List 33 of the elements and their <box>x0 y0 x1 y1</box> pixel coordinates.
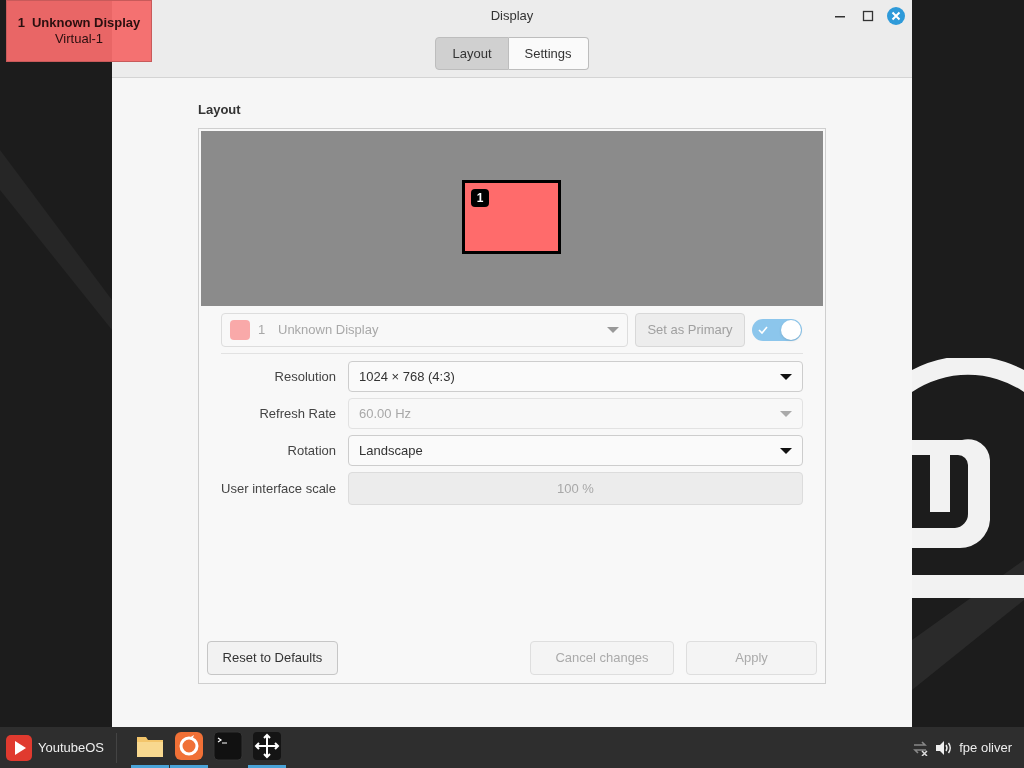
monitor-number: 1 <box>471 189 489 207</box>
setting-dropdown[interactable]: 1024 × 768 (4:3) <box>348 361 803 392</box>
tab[interactable]: Layout <box>435 37 509 70</box>
display-number: 1 <box>258 321 267 340</box>
connector-name: Virtual-1 <box>54 31 104 47</box>
enable-switch[interactable] <box>752 319 802 341</box>
network-disconnected-icon[interactable] <box>911 739 930 756</box>
play-logo-icon <box>6 734 32 761</box>
move-arrows-icon <box>252 731 283 761</box>
dropdown-arrow-icon <box>780 447 792 454</box>
tab[interactable]: Settings <box>508 37 589 70</box>
section-title: Layout <box>198 102 242 118</box>
menu-button[interactable]: YoutubeOS <box>0 727 111 768</box>
setting-dropdown[interactable]: Landscape <box>348 435 803 466</box>
volume-icon[interactable] <box>935 739 954 756</box>
setting-label: Refresh Rate <box>258 404 336 423</box>
display-number: 1 <box>17 15 25 31</box>
browser-icon <box>174 731 205 761</box>
setting-label: User interface scale <box>221 479 336 498</box>
check-icon <box>758 325 768 335</box>
user-name[interactable]: fpe oliver <box>959 737 1012 758</box>
dropdown-arrow-icon <box>607 327 619 333</box>
display-name: Unknown Display <box>278 321 380 340</box>
close-icon[interactable] <box>886 6 906 26</box>
window-title: Display <box>490 8 534 24</box>
button[interactable]: Reset to Defaults <box>207 641 338 675</box>
setting-label: Rotation <box>286 441 336 460</box>
display-name: Unknown Display <box>31 15 141 31</box>
dropdown-arrow-icon <box>780 410 792 417</box>
monitor-rectangle[interactable]: 1 <box>462 180 561 254</box>
terminal-icon <box>213 731 244 761</box>
setting-label: Resolution <box>273 367 336 386</box>
dropdown-arrow-icon <box>780 373 792 380</box>
